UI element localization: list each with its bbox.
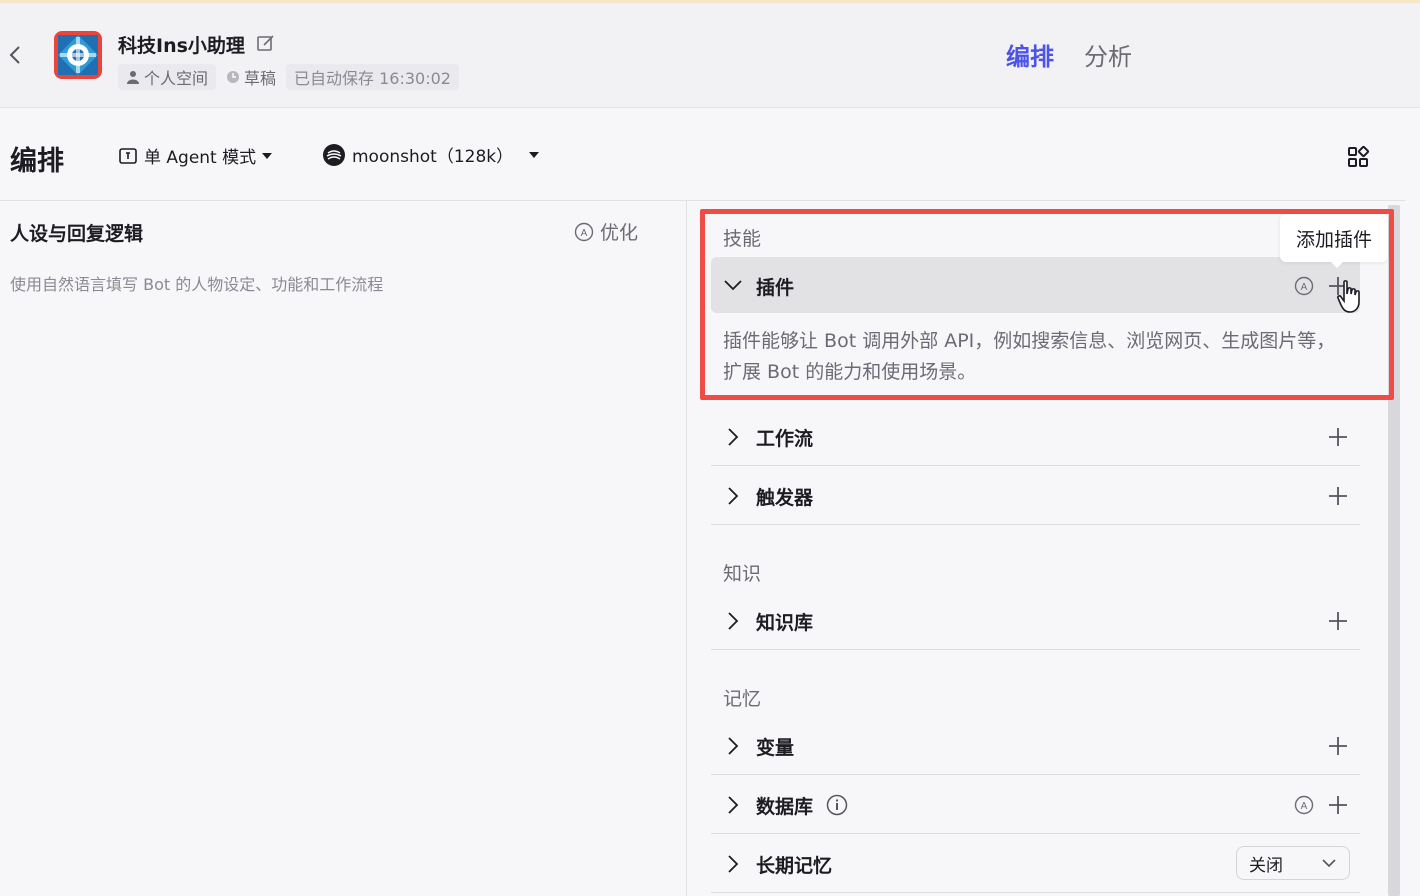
long-term-memory-select[interactable]: 关闭 [1236, 846, 1350, 880]
add-database-icon[interactable] [1328, 795, 1348, 815]
optimize-label: 优化 [600, 222, 639, 244]
app-header: 科技Ins小助理 个人空间 草稿 已自动保存 16:30:02 编排 分析 [0, 3, 1420, 108]
prompt-input[interactable]: 使用自然语言填写 Bot 的人物设定、功能和工作流程 [10, 271, 383, 295]
caret-down-icon [529, 151, 540, 158]
add-knowledge-icon[interactable] [1328, 611, 1348, 631]
add-workflow-icon[interactable] [1328, 427, 1348, 447]
bot-meta: 个人空间 草稿 已自动保存 16:30:02 [118, 63, 459, 91]
layout-grid-icon[interactable] [1346, 145, 1370, 169]
memory-section-label: 记忆 [723, 688, 762, 710]
space-label: 个人空间 [144, 69, 209, 88]
bot-avatar[interactable] [54, 31, 102, 79]
add-plugin-tooltip: 添加插件 [1280, 214, 1388, 268]
long-term-memory-value: 关闭 [1249, 855, 1283, 876]
editor-toolbar: 编排 单 Agent 模式 moonshot（128k） [0, 109, 1405, 201]
database-label: 数据库 [756, 796, 814, 818]
variable-row[interactable]: 变量 [711, 717, 1360, 775]
knowledge-base-label: 知识库 [756, 612, 814, 634]
prompt-panel: 人设与回复逻辑 A 优化 使用自然语言填写 Bot 的人物设定、功能和工作流程 [0, 201, 687, 896]
chevron-right-icon[interactable] [725, 736, 741, 756]
mode-label: 单 Agent 模式 [144, 148, 257, 168]
hand-cursor-icon [1337, 280, 1360, 313]
info-icon[interactable] [826, 794, 848, 816]
knowledge-base-row[interactable]: 知识库 [711, 592, 1360, 650]
model-select[interactable]: moonshot（128k） [322, 142, 540, 167]
user-icon [127, 71, 139, 84]
clock-icon [227, 71, 240, 83]
mode-select[interactable]: 单 Agent 模式 [118, 143, 273, 168]
chevron-right-icon[interactable] [725, 427, 741, 447]
add-variable-icon[interactable] [1328, 736, 1348, 756]
autosave-badge: 已自动保存 16:30:02 [286, 64, 459, 90]
tab-arrange[interactable]: 编排 [1006, 37, 1054, 72]
workflow-row[interactable]: 工作流 [711, 408, 1360, 466]
chevron-right-icon[interactable] [725, 486, 741, 506]
top-tabs: 编排 分析 [1006, 37, 1132, 72]
knowledge-section-label: 知识 [723, 563, 762, 585]
auto-icon: A [574, 222, 594, 241]
status-label: 草稿 [244, 69, 277, 88]
svg-text:A: A [581, 228, 588, 239]
auto-icon[interactable]: A [1294, 795, 1314, 815]
variable-label: 变量 [756, 737, 795, 759]
model-label: moonshot（128k） [352, 147, 514, 167]
tab-analysis[interactable]: 分析 [1084, 37, 1132, 72]
chevron-right-icon[interactable] [725, 611, 741, 631]
moonshot-logo-icon [323, 143, 345, 166]
space-badge: 个人空间 [118, 64, 217, 90]
workflow-label: 工作流 [756, 428, 814, 450]
prompt-title: 人设与回复逻辑 [10, 223, 144, 245]
database-row[interactable]: 数据库 A [711, 776, 1360, 834]
page-title: 编排 [10, 146, 64, 177]
agent-mode-icon [119, 147, 137, 164]
edit-icon[interactable] [256, 33, 276, 53]
caret-down-icon [262, 152, 273, 159]
chevron-right-icon[interactable] [725, 795, 741, 815]
trigger-label: 触发器 [756, 487, 814, 509]
optimize-button[interactable]: A 优化 [574, 218, 638, 245]
add-trigger-icon[interactable] [1328, 486, 1348, 506]
autosave-label: 已自动保存 16:30:02 [294, 69, 451, 88]
status-badge: 草稿 [222, 64, 280, 90]
chevron-right-icon[interactable] [725, 854, 741, 874]
chevron-down-icon [1322, 859, 1336, 868]
back-icon[interactable] [4, 43, 28, 67]
long-term-memory-label: 长期记忆 [756, 855, 833, 877]
trigger-row[interactable]: 触发器 [711, 467, 1360, 525]
svg-text:A: A [1301, 801, 1308, 812]
bot-name: 科技Ins小助理 [118, 35, 245, 57]
